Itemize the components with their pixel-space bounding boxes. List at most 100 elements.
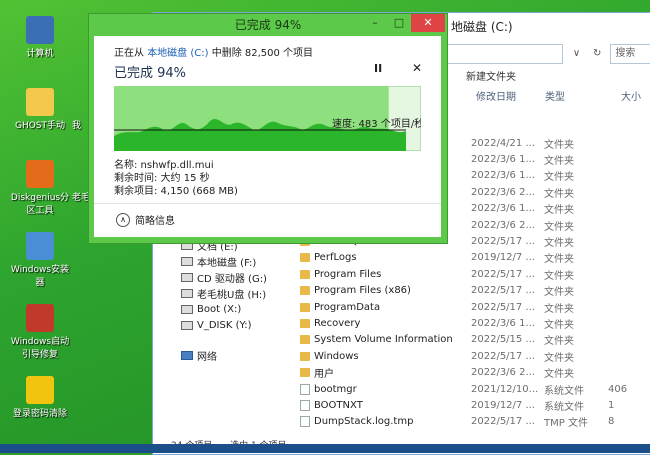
cd-drive-icon <box>181 272 193 282</box>
refresh-icon[interactable]: ↻ <box>590 46 605 62</box>
folder-icon <box>300 269 310 279</box>
column-type[interactable]: 类型 <box>545 89 621 107</box>
file-row[interactable]: Recovery 2022/3/6 1... 文件夹 <box>300 315 650 331</box>
file-row[interactable]: PerfLogs 2019/12/7 ... 文件夹 <box>300 250 650 266</box>
file-type: 系统文件 <box>544 401 584 413</box>
file-type: 文件夹 <box>544 155 574 167</box>
file-date: 2022/3/6 2... <box>471 219 535 231</box>
file-type: 文件夹 <box>544 254 574 266</box>
file-date: 2022/4/21 ... <box>471 137 535 149</box>
desktop-icon[interactable]: Windows安装器 <box>10 232 70 288</box>
desktop-icon[interactable]: 计算机 <box>10 16 70 59</box>
file-size: 406 <box>608 383 628 395</box>
file-type: 文件夹 <box>544 369 574 381</box>
file-name: Recovery <box>314 317 361 329</box>
desktop-icon-label: 登录密码清除 <box>12 409 67 419</box>
file-size: 8 <box>608 416 615 428</box>
file-type: TMP 文件 <box>544 418 588 430</box>
file-icon <box>300 383 310 395</box>
drive-icon <box>181 320 193 330</box>
usb-drive-icon <box>181 288 193 298</box>
nav-item-label: Boot (X:) <box>197 303 242 315</box>
file-date: 2019/12/7 ... <box>471 399 535 411</box>
file-row[interactable]: Windows 2022/5/17 ... 文件夹 <box>300 348 650 364</box>
file-type: 文件夹 <box>544 221 574 233</box>
file-name: ProgramData <box>314 301 381 313</box>
drive-icon <box>181 256 193 266</box>
file-row[interactable]: Program Files (x86) 2022/5/17 ... 文件夹 <box>300 283 650 299</box>
divider <box>94 203 441 204</box>
column-size[interactable]: 大小 <box>621 89 649 107</box>
desktop-icon-label: 计算机 <box>26 49 54 59</box>
chevron-up-icon: ∧ <box>116 212 130 227</box>
file-name: bootmgr <box>314 383 357 395</box>
file-type: 文件夹 <box>544 270 574 282</box>
file-type: 文件夹 <box>544 139 574 151</box>
file-date: 2022/3/6 2... <box>471 186 535 198</box>
file-date: 2022/5/15 ... <box>471 334 535 346</box>
file-row[interactable]: ProgramData 2022/5/17 ... 文件夹 <box>300 299 650 315</box>
cancel-icon[interactable]: ✕ <box>412 61 422 75</box>
file-type: 文件夹 <box>544 303 574 315</box>
file-date: 2022/3/6 1... <box>471 170 535 182</box>
desktop-icon-label: Diskgenius分区工具 <box>10 193 70 216</box>
nav-item[interactable]: 本地磁盘 (F:) <box>181 253 256 269</box>
source-link[interactable]: 本地磁盘 (C:) <box>147 48 208 59</box>
search-input[interactable]: 搜索 <box>610 44 650 64</box>
speed-graph: 速度: 483 个项目/秒 <box>114 86 421 151</box>
file-date: 2022/5/17 ... <box>471 350 535 362</box>
file-name: BOOTNXT <box>314 399 363 411</box>
file-icon <box>300 399 310 411</box>
close-button[interactable]: ✕ <box>411 14 445 32</box>
file-type: 文件夹 <box>544 287 574 299</box>
app-icon <box>26 232 54 260</box>
nav-item[interactable]: CD 驱动器 (G:) <box>181 269 267 285</box>
desktop-icon-label: GHOST手动 <box>14 121 66 131</box>
file-row[interactable]: bootmgr 2021/12/10... 系统文件 406 <box>300 381 650 397</box>
file-row[interactable]: System Volume Information 2022/5/15 ... 文件… <box>300 332 650 348</box>
nav-item[interactable]: 网络 <box>181 347 217 363</box>
file-type: 文件夹 <box>544 172 574 184</box>
folder-icon <box>300 318 310 328</box>
nav-item[interactable]: 老毛桃U盘 (H:) <box>181 285 266 301</box>
file-name: Program Files <box>314 268 382 280</box>
file-type: 文件夹 <box>544 205 574 217</box>
desktop-icon[interactable]: Windows启动引导修复 <box>10 304 70 360</box>
nav-item-label: 老毛桃U盘 (H:) <box>197 289 267 301</box>
file-row[interactable]: 用户 2022/3/6 2... 文件夹 <box>300 365 650 381</box>
column-date[interactable]: 修改日期 <box>476 89 545 107</box>
fewer-details-button[interactable]: ∧ 简略信息 <box>116 212 175 227</box>
nav-item-label: V_DISK (Y:) <box>197 319 252 331</box>
file-name: System Volume Information <box>314 334 453 346</box>
minimize-button[interactable]: – <box>365 14 385 32</box>
file-date: 2021/12/10... <box>471 383 539 395</box>
file-name: Windows <box>314 350 359 362</box>
file-type: 文件夹 <box>544 319 574 331</box>
address-box[interactable] <box>443 44 564 64</box>
nav-item[interactable]: V_DISK (Y:) <box>181 317 252 333</box>
pause-icon[interactable]: II <box>374 62 382 75</box>
desktop-icon[interactable]: 登录密码清除 <box>10 376 70 419</box>
maximize-button[interactable]: □ <box>389 14 409 32</box>
folder-icon <box>300 368 310 378</box>
taskbar <box>0 444 650 453</box>
percent-complete: 已完成 94% <box>114 66 187 81</box>
app-icon <box>26 304 54 332</box>
file-row[interactable]: Program Files 2022/5/17 ... 文件夹 <box>300 266 650 282</box>
folder-icon <box>300 335 310 345</box>
file-date: 2022/5/17 ... <box>471 285 535 297</box>
desktop-icon[interactable]: Diskgenius分区工具 <box>10 160 70 216</box>
nav-item-label: 网络 <box>197 351 217 363</box>
file-type: 文件夹 <box>544 336 574 348</box>
folder-icon <box>300 351 310 361</box>
nav-item[interactable]: Boot (X:) <box>181 301 241 317</box>
file-type: 文件夹 <box>544 352 574 364</box>
file-row[interactable]: BOOTNXT 2019/12/7 ... 系统文件 1 <box>300 397 650 413</box>
desktop-icon[interactable]: GHOST手动 <box>10 88 70 131</box>
file-icon <box>300 416 310 428</box>
dropdown-icon[interactable]: ∨ <box>569 46 584 62</box>
speed-label: 速度: 483 个项目/秒 <box>332 117 421 130</box>
file-date: 2022/3/6 2... <box>471 367 535 379</box>
file-row[interactable]: DumpStack.log.tmp 2022/5/17 ... TMP 文件 8 <box>300 414 650 430</box>
desktop-icon-label: Windows安装器 <box>10 265 70 288</box>
